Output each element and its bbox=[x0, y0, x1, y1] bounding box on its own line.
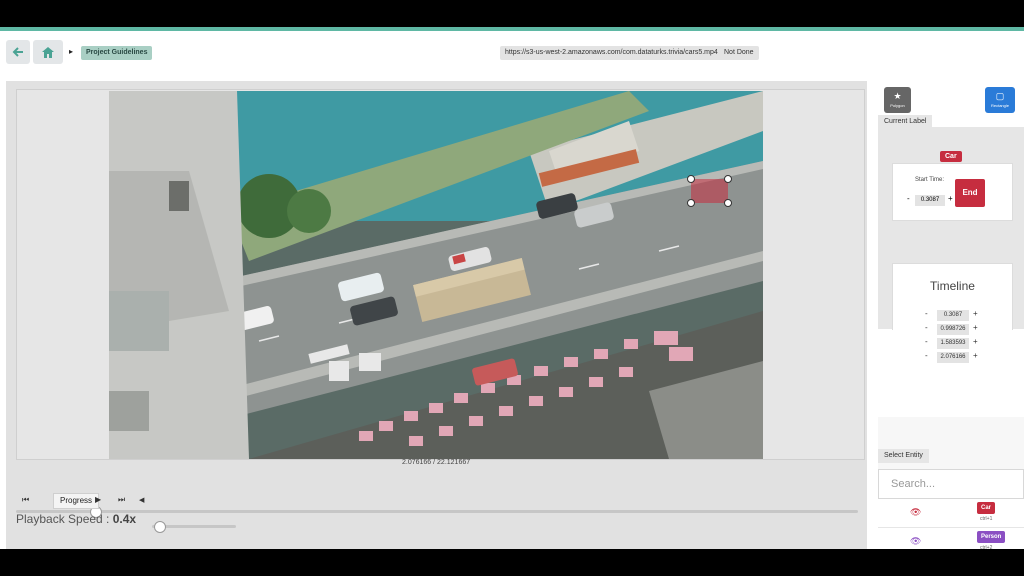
timeline-card: Timeline -0.3087 + -0.998726 + -1.583593 + -2.… bbox=[892, 263, 1013, 363]
timeline-value: 0.998726 bbox=[937, 324, 969, 335]
start-time-minus[interactable]: - bbox=[907, 194, 910, 203]
progress-tooltip: Progress bbox=[53, 493, 100, 509]
progress-slider[interactable] bbox=[16, 510, 858, 513]
app-window: ▸ Project Guidelines https://s3-us-west-… bbox=[0, 27, 1024, 549]
playback-speed-value: 0.4x bbox=[112, 512, 137, 526]
volume-slider-thumb[interactable] bbox=[154, 521, 166, 533]
video-canvas[interactable] bbox=[109, 91, 763, 459]
timeline-minus[interactable]: - bbox=[925, 323, 928, 332]
rectangle-tool-button[interactable]: ▢ Rectangle bbox=[985, 87, 1015, 113]
end-button[interactable]: End bbox=[955, 179, 985, 207]
video-url-badge: https://s3-us-west-2.amazonaws.com/com.d… bbox=[500, 46, 723, 60]
video-frame-image bbox=[109, 91, 763, 459]
timeline-plus[interactable]: + bbox=[973, 323, 978, 332]
rectangle-tool-label: Rectangle bbox=[990, 103, 1009, 108]
timeline-minus[interactable]: - bbox=[925, 351, 928, 360]
timeline-value: 0.3087 bbox=[937, 310, 969, 321]
polygon-tool-label: Polygon bbox=[890, 103, 905, 108]
start-time-value: 0.3087 bbox=[915, 195, 945, 206]
current-label-panel: Car Start Time: - 0.3087 + End Timeline … bbox=[878, 127, 1024, 363]
start-time-label: Start Time: bbox=[915, 177, 945, 183]
polygon-tool-button[interactable]: ★ Polygon bbox=[884, 87, 911, 113]
start-time-plus[interactable]: + bbox=[948, 194, 953, 203]
timeline-title: Timeline bbox=[930, 279, 975, 293]
timeline-minus[interactable]: - bbox=[925, 337, 928, 346]
timeline-value: 2.076166 bbox=[937, 352, 969, 363]
breadcrumb-chevron: ▸ bbox=[69, 47, 74, 56]
timeline-plus[interactable]: + bbox=[973, 309, 978, 318]
select-entity-panel: Select Entity Search... 👁 Car ctrl+1 👁 Perso… bbox=[878, 417, 1024, 549]
back-button[interactable] bbox=[6, 40, 30, 64]
timeline-plus[interactable]: + bbox=[973, 351, 978, 360]
status-badge: Not Done bbox=[719, 46, 759, 60]
search-placeholder: Search... bbox=[891, 478, 936, 490]
entity-shortcut: ctrl+1 bbox=[980, 516, 993, 522]
eye-icon[interactable]: 👁 bbox=[910, 536, 921, 547]
video-panel: 2.076166 / 22.121667 ⏮ Progress ▶ ⏭ ◀ Pl… bbox=[6, 81, 867, 549]
entity-label[interactable]: Car bbox=[977, 502, 996, 514]
tab-select-entity[interactable]: Select Entity bbox=[878, 449, 929, 463]
play-icon[interactable]: ▶ bbox=[95, 495, 101, 504]
entity-row[interactable]: 👁 Person ctrl+2 bbox=[878, 528, 1024, 549]
playback-speed-label: Playback Speed : bbox=[16, 512, 110, 526]
current-label-badge: Car bbox=[940, 151, 962, 162]
start-time-card: Start Time: - 0.3087 + End bbox=[892, 163, 1013, 221]
star-icon: ★ bbox=[893, 91, 902, 101]
entity-shortcut: ctrl+2 bbox=[980, 545, 993, 549]
timeline-plus[interactable]: + bbox=[973, 337, 978, 346]
square-icon: ▢ bbox=[995, 91, 1005, 101]
timeline-value: 1.583593 bbox=[937, 338, 969, 349]
skip-end-icon[interactable]: ⏭ bbox=[118, 495, 125, 505]
home-button[interactable] bbox=[33, 40, 63, 64]
entity-label[interactable]: Person bbox=[977, 531, 1006, 543]
top-bar: ▸ Project Guidelines https://s3-us-west-… bbox=[0, 31, 1024, 79]
video-time: 2.076166 / 22.121667 bbox=[402, 459, 471, 466]
eye-icon[interactable]: 👁 bbox=[910, 507, 921, 518]
project-guidelines-button[interactable]: Project Guidelines bbox=[81, 46, 153, 60]
home-icon bbox=[42, 46, 54, 58]
entity-row[interactable]: 👁 Car ctrl+1 bbox=[878, 499, 1024, 528]
current-label-wrap: Car bbox=[940, 145, 962, 163]
arrow-left-icon bbox=[12, 47, 23, 57]
volume-icon[interactable]: ◀ bbox=[139, 496, 144, 504]
timeline-minus[interactable]: - bbox=[925, 309, 928, 318]
playback-speed: Playback Speed : 0.4x bbox=[16, 512, 136, 526]
entity-search-input[interactable]: Search... bbox=[878, 469, 1024, 499]
skip-back-icon[interactable]: ⏮ bbox=[22, 495, 29, 505]
